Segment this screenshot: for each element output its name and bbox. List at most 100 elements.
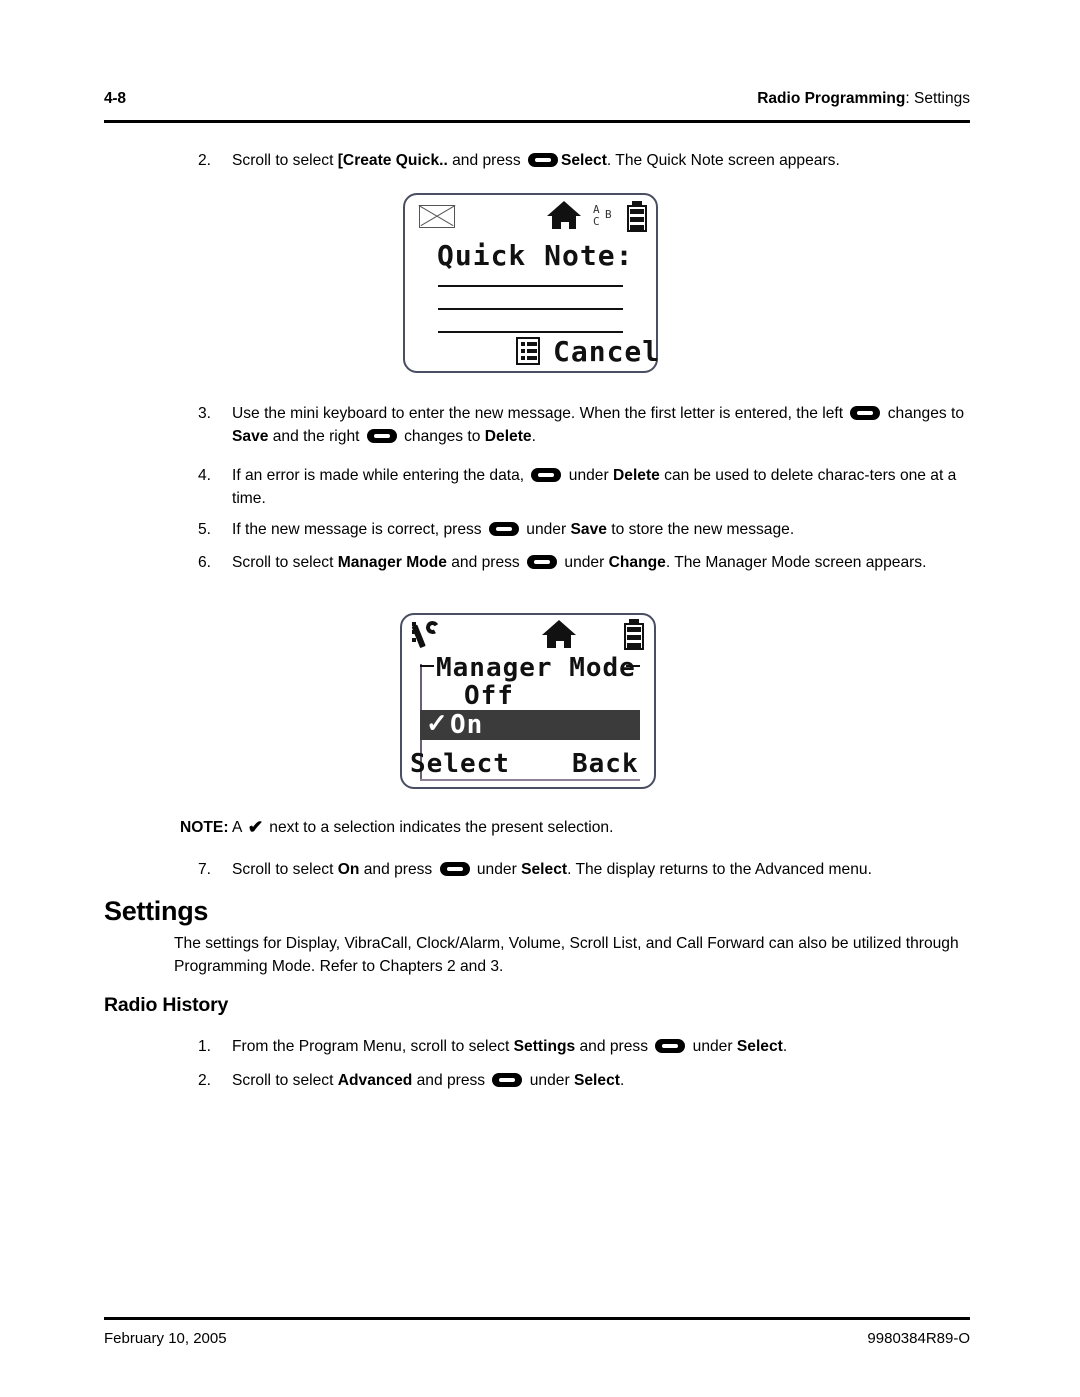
- step-6-part1: Scroll to select: [232, 554, 338, 571]
- step-5-text: If the new message is correct, press und…: [232, 518, 978, 541]
- step-6-text: Scroll to select Manager Mode and press …: [232, 551, 978, 574]
- note-block: NOTE: A ✔ next to a selection indicates …: [180, 816, 980, 839]
- step-3-text: Use the mini keyboard to enter the new m…: [232, 402, 978, 448]
- step-2-bold2: Select: [560, 152, 607, 169]
- section-heading-settings: Settings: [104, 896, 209, 926]
- menu-list-icon-dot: [520, 356, 525, 360]
- step-7-bold1: On: [337, 861, 360, 878]
- note-part1: A: [228, 819, 246, 836]
- step-6-part3: under: [560, 554, 609, 571]
- page-footer: February 10, 2005 9980384R89-O: [104, 1330, 970, 1354]
- step-7-bold2: Select: [521, 861, 568, 878]
- rh2-part4: .: [619, 1072, 625, 1089]
- radio-history-step-2-text: Scroll to select Advanced and press unde…: [232, 1069, 978, 1092]
- step-3-part3: and the right: [268, 428, 364, 445]
- step-2-number: 2.: [198, 152, 212, 169]
- lcd-softkey-back[interactable]: Back: [572, 749, 639, 779]
- home-icon: [542, 620, 576, 648]
- step-7-part3: under: [472, 861, 522, 878]
- rh1-bold1: Settings: [513, 1038, 576, 1055]
- step-2-part3: . The Quick Note screen appears.: [606, 152, 840, 169]
- section-heading-radio-history: Radio History: [104, 994, 229, 1016]
- lcd-quick-note-screen: A B C Quick Note: Cancel: [403, 193, 659, 373]
- rh1-part4: .: [782, 1038, 788, 1055]
- footer-rule: [104, 1317, 970, 1320]
- selected-check-icon: ✓: [426, 708, 448, 738]
- home-icon-door: [561, 222, 569, 229]
- ptt-button-icon: [366, 429, 397, 443]
- step-6-part2: and press: [446, 554, 525, 571]
- step-5-number: 5.: [198, 521, 212, 538]
- step-3-number: 3.: [198, 405, 212, 422]
- ptt-button-icon: [850, 406, 881, 420]
- step-4-text: If an error is made while entering the d…: [232, 464, 978, 510]
- lcd-manager-mode-title: Manager Mode: [436, 653, 636, 683]
- menu-list-icon-line: [527, 342, 537, 346]
- step-3-bold2: Delete: [484, 428, 532, 445]
- battery-icon-bar: [630, 225, 644, 230]
- rh2-part1: Scroll to select: [232, 1072, 338, 1089]
- step-5-bold1: Save: [570, 521, 607, 538]
- radio-history-step-1: 1. From the Program Menu, scroll to sele…: [198, 1035, 978, 1058]
- battery-icon-bar: [627, 635, 641, 640]
- step-3-part1: Use the mini keyboard to enter the new m…: [232, 405, 848, 422]
- lcd-quick-note-inner: A B C Quick Note: Cancel: [405, 195, 659, 371]
- ptt-button-icon: [655, 1039, 686, 1053]
- step-5: 5. If the new message is correct, press …: [198, 518, 978, 541]
- settings-paragraph: The settings for Display, VibraCall, Clo…: [174, 935, 959, 975]
- lcd-quick-note-title: Quick Note:: [437, 239, 634, 272]
- text-entry-line[interactable]: [438, 308, 623, 310]
- step-6-bold1: Manager Mode: [337, 554, 447, 571]
- step-7: 7. Scroll to select On and press under S…: [198, 858, 978, 881]
- step-3: 3. Use the mini keyboard to enter the ne…: [198, 402, 978, 448]
- rh2-part3: under: [525, 1072, 574, 1089]
- menu-list-icon-dot: [520, 342, 525, 346]
- step-6-number: 6.: [198, 554, 212, 571]
- header-chapter-bold: Radio Programming: [757, 90, 906, 107]
- header-chapter: Radio Programming: Settings: [757, 90, 970, 108]
- rh2-part2: and press: [412, 1072, 490, 1089]
- note-label: NOTE:: [180, 819, 229, 836]
- home-icon-roof: [542, 620, 576, 635]
- step-5-part3: to store the new message.: [606, 521, 795, 538]
- menu-list-icon-line: [527, 356, 537, 360]
- battery-icon-bar: [630, 209, 644, 214]
- step-4-part1: If an error is made while entering the d…: [232, 467, 529, 484]
- home-icon-door: [556, 641, 564, 648]
- step-6: 6. Scroll to select Manager Mode and pre…: [198, 551, 978, 574]
- header-chapter-rest: : Settings: [905, 90, 970, 107]
- lcd-quick-note-statusbar: A B C: [405, 195, 656, 239]
- step-3-bold1: Save: [232, 428, 269, 445]
- step-3-part4: changes to: [399, 428, 485, 445]
- menu-list-icon-dot: [520, 349, 525, 353]
- radio-history-step-1-number: 1.: [198, 1038, 212, 1055]
- menu-list-icon: [516, 337, 540, 365]
- ptt-button-icon: [492, 1073, 523, 1087]
- text-entry-line[interactable]: [438, 285, 623, 287]
- battery-icon-bar: [627, 627, 641, 632]
- step-7-part2: and press: [359, 861, 437, 878]
- step-5-part2: under: [521, 521, 571, 538]
- step-2: 2. Scroll to select [Create Quick.. and …: [198, 149, 978, 172]
- text-entry-line[interactable]: [438, 331, 623, 333]
- abc-rotation-icon: A B C: [591, 203, 621, 231]
- step-6-part4: . The Manager Mode screen appears.: [665, 554, 927, 571]
- step-4-bold1: Delete: [613, 467, 660, 484]
- lcd-quick-note-softkey-cancel[interactable]: Cancel: [553, 335, 660, 368]
- step-4-number: 4.: [198, 467, 212, 484]
- lcd-option-off[interactable]: Off: [464, 681, 514, 711]
- header-rule: [104, 120, 970, 123]
- lcd-manager-mode-inner: Manager Mode Off ✓ On Select Back: [402, 615, 654, 787]
- step-3-part2: changes to: [883, 405, 965, 422]
- ptt-button-icon: [527, 555, 558, 569]
- step-2-part2: and press: [447, 152, 525, 169]
- battery-icon: [627, 201, 647, 232]
- footer-doc-id: 9980384R89-O: [867, 1330, 970, 1347]
- lcd-option-on[interactable]: On: [450, 710, 483, 740]
- step-4: 4. If an error is made while entering th…: [198, 464, 978, 510]
- rh1-bold2: Select: [736, 1038, 783, 1055]
- document-page: 4-8 Radio Programming: Settings 2. Scrol…: [0, 0, 1080, 1397]
- lcd-softkey-select[interactable]: Select: [410, 749, 510, 779]
- step-4-part2: under: [564, 467, 614, 484]
- rh1-part3: under: [688, 1038, 737, 1055]
